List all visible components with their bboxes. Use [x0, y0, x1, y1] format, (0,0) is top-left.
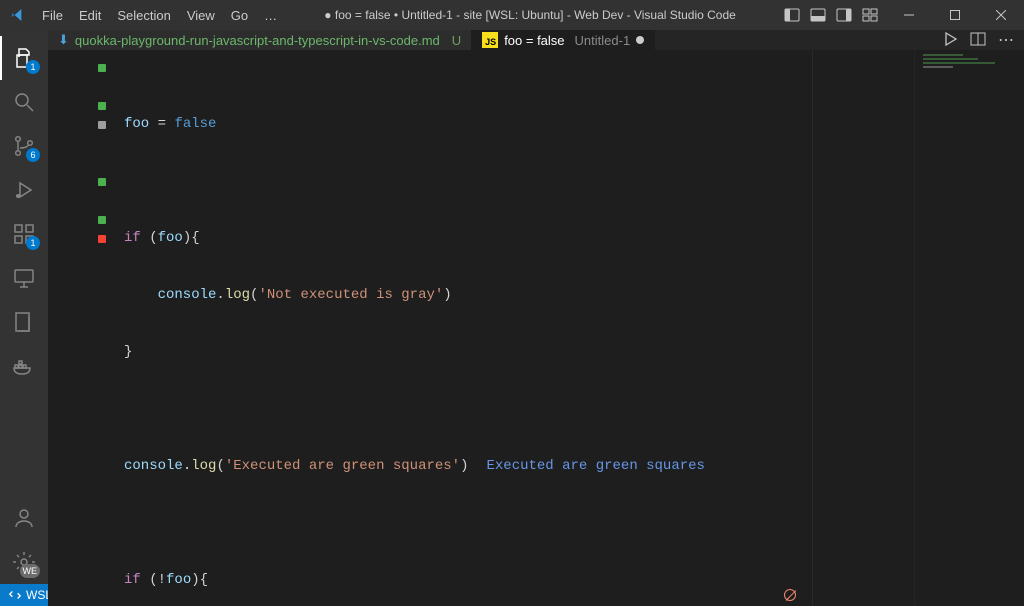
circle-slash-icon: [784, 589, 796, 601]
quokka-inline-output: Executed are green squares: [487, 457, 705, 476]
title-bar: File Edit Selection View Go … ● foo = fa…: [0, 0, 1024, 30]
editor-minimap[interactable]: [914, 50, 1024, 606]
menu-go[interactable]: Go: [224, 4, 255, 27]
dirty-indicator-icon: [636, 36, 644, 44]
activity-settings[interactable]: WE: [0, 540, 48, 584]
scm-badge: 6: [26, 148, 40, 162]
layout-panel-bottom-icon[interactable]: [810, 7, 826, 23]
window-minimize-button[interactable]: [886, 0, 932, 30]
editor-tabs: ⬇ quokka-playground-run-javascript-and-t…: [48, 30, 1024, 50]
activity-search[interactable]: [0, 80, 48, 124]
editor-content[interactable]: foo = false if (foo){ console.log('Not e…: [124, 50, 1024, 606]
activity-run-debug[interactable]: [0, 168, 48, 212]
layout-sidebar-right-icon[interactable]: [836, 7, 852, 23]
tab-untitled-1[interactable]: JS foo = false Untitled-1: [472, 30, 655, 50]
customize-layout-icon[interactable]: [862, 7, 878, 23]
activity-remote-explorer[interactable]: [0, 256, 48, 300]
menu-file[interactable]: File: [35, 4, 70, 27]
code-editor[interactable]: foo = false if (foo){ console.log('Not e…: [48, 50, 1024, 606]
menu-view[interactable]: View: [180, 4, 222, 27]
activity-explorer[interactable]: 1: [0, 36, 48, 80]
git-status-untracked: U: [452, 33, 461, 48]
tab-quokka-md[interactable]: ⬇ quokka-playground-run-javascript-and-t…: [48, 30, 472, 50]
window-maximize-button[interactable]: [932, 0, 978, 30]
activity-todo[interactable]: [0, 300, 48, 344]
editor-gutter: [48, 50, 124, 606]
markdown-arrow-icon: ⬇: [58, 32, 69, 48]
tab-description: Untitled-1: [575, 33, 631, 48]
menu-edit[interactable]: Edit: [72, 4, 108, 27]
activity-extensions[interactable]: 1: [0, 212, 48, 256]
activity-bar: 1 6 1: [0, 30, 48, 584]
activity-source-control[interactable]: 6: [0, 124, 48, 168]
split-editor-icon[interactable]: [970, 31, 986, 50]
window-close-button[interactable]: [978, 0, 1024, 30]
extensions-badge: 1: [26, 236, 40, 250]
vscode-logo-icon: [0, 7, 35, 23]
explorer-badge: 1: [26, 60, 40, 74]
tab-label: quokka-playground-run-javascript-and-typ…: [75, 33, 440, 48]
tab-label: foo = false: [504, 33, 564, 48]
javascript-file-icon: JS: [482, 32, 498, 48]
menu-selection[interactable]: Selection: [110, 4, 177, 27]
run-file-icon[interactable]: [942, 31, 958, 50]
settings-we-badge: WE: [20, 564, 41, 578]
activity-accounts[interactable]: [0, 496, 48, 540]
more-actions-icon[interactable]: ⋯: [998, 30, 1014, 50]
activity-docker[interactable]: [0, 344, 48, 388]
menu-overflow[interactable]: …: [257, 4, 284, 27]
layout-sidebar-left-icon[interactable]: [784, 7, 800, 23]
window-title: ● foo = false • Untitled-1 - site [WSL: …: [284, 8, 776, 22]
